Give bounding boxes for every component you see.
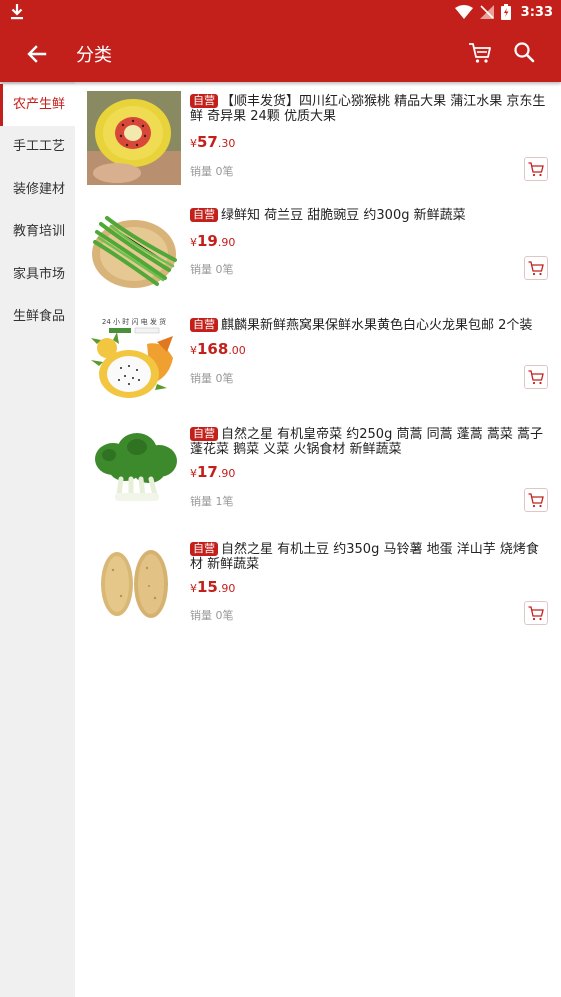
self-operated-badge: 自营 bbox=[190, 94, 218, 108]
sidebar-item-furniture[interactable]: 家具市场 bbox=[0, 254, 75, 296]
product-title[interactable]: 自营 自然之星 有机土豆 约350g 马铃薯 地蛋 洋山芋 烧烤食材 新鲜蔬菜 bbox=[190, 542, 550, 572]
app-bar: 分类 bbox=[0, 25, 561, 82]
product-image-greens[interactable] bbox=[87, 423, 181, 517]
cart-icon bbox=[528, 493, 544, 508]
self-operated-badge: 自营 bbox=[190, 542, 218, 556]
search-icon[interactable] bbox=[513, 41, 535, 63]
product-price: ¥57.30 bbox=[190, 133, 236, 151]
self-operated-badge: 自营 bbox=[190, 427, 218, 441]
page-title: 分类 bbox=[76, 45, 112, 66]
back-arrow-icon[interactable] bbox=[24, 41, 50, 67]
product-title[interactable]: 自营 麒麟果新鲜燕窝果保鲜水果黄色白心火龙果包邮 2个装 bbox=[190, 318, 550, 333]
status-bar: 3:33 bbox=[0, 0, 561, 25]
product-image-kiwi[interactable] bbox=[87, 91, 181, 185]
add-to-cart-button[interactable] bbox=[524, 365, 548, 389]
status-time: 3:33 bbox=[520, 4, 553, 20]
product-sales: 销量 0笔 bbox=[190, 609, 234, 622]
product-price: ¥15.90 bbox=[190, 578, 236, 596]
add-to-cart-button[interactable] bbox=[524, 157, 548, 181]
sidebar-item-handicraft[interactable]: 手工工艺 bbox=[0, 126, 75, 168]
add-to-cart-button[interactable] bbox=[524, 601, 548, 625]
add-to-cart-button[interactable] bbox=[524, 256, 548, 280]
sidebar-item-building-materials[interactable]: 装修建材 bbox=[0, 169, 75, 211]
product-sales: 销量 1笔 bbox=[190, 495, 234, 508]
sidebar-item-fresh-food[interactable]: 生鲜食品 bbox=[0, 296, 75, 338]
battery-icon bbox=[500, 4, 511, 20]
product-image-snow-peas[interactable] bbox=[87, 204, 181, 298]
product-price: ¥19.90 bbox=[190, 232, 236, 250]
cart-icon bbox=[528, 370, 544, 385]
product-sales: 销量 0笔 bbox=[190, 165, 234, 178]
cart-icon bbox=[528, 162, 544, 177]
sidebar-item-education[interactable]: 教育培训 bbox=[0, 211, 75, 253]
product-title[interactable]: 自营 自然之星 有机皇帝菜 约250g 茼蒿 同蒿 蓬蒿 蒿菜 蒿子 蓬花菜 鹅菜… bbox=[190, 427, 550, 457]
category-sidebar: 农产生鲜 手工工艺 装修建材 教育培训 家具市场 生鲜食品 bbox=[0, 82, 75, 997]
product-sales: 销量 0笔 bbox=[190, 372, 234, 385]
product-sales: 销量 0笔 bbox=[190, 263, 234, 276]
cart-icon[interactable] bbox=[468, 41, 492, 65]
product-title[interactable]: 自营 【顺丰发货】四川红心猕猴桃 精品大果 蒲江水果 京东生鲜 奇异果 24颗 优… bbox=[190, 94, 550, 124]
product-image-dragon-fruit[interactable]: 24 小 时 闪 电 发 货 bbox=[87, 314, 181, 408]
product-title[interactable]: 自营 绿鲜知 荷兰豆 甜脆豌豆 约300g 新鲜蔬菜 bbox=[190, 208, 550, 223]
add-to-cart-button[interactable] bbox=[524, 488, 548, 512]
download-icon bbox=[11, 4, 23, 20]
cart-icon bbox=[528, 261, 544, 276]
product-price: ¥17.90 bbox=[190, 463, 236, 481]
image-caption: 24 小 时 闪 电 发 货 bbox=[102, 317, 166, 326]
product-price: ¥168.00 bbox=[190, 340, 246, 358]
sidebar-item-fresh-produce[interactable]: 农产生鲜 bbox=[0, 84, 75, 126]
self-operated-badge: 自营 bbox=[190, 208, 218, 222]
cart-icon bbox=[528, 606, 544, 621]
no-signal-icon bbox=[479, 5, 494, 19]
wifi-icon bbox=[454, 5, 473, 19]
self-operated-badge: 自营 bbox=[190, 318, 218, 332]
product-image-potato[interactable] bbox=[87, 538, 181, 632]
